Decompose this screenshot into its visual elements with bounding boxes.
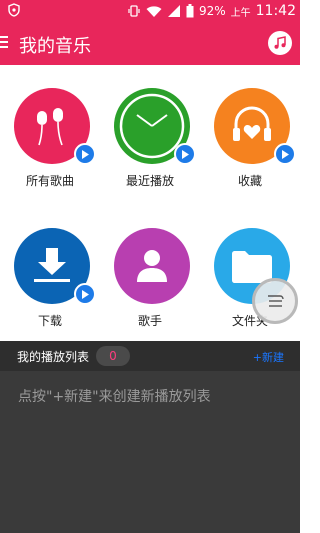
- play-icon: [282, 149, 289, 159]
- app-bar: 我的音乐: [0, 22, 300, 65]
- tile-artists[interactable]: 歌手: [100, 205, 200, 328]
- tile-downloads[interactable]: 下载: [0, 205, 100, 328]
- playlist-count-badge: 0: [96, 346, 130, 366]
- tile-recently-played[interactable]: 最近播放: [100, 65, 200, 188]
- category-grid: 所有歌曲 最近播放 收藏 下载 歌手 文件夹: [0, 65, 300, 341]
- signal-icon: [167, 5, 180, 17]
- empty-playlist-hint: 点按"+新建"来创建新播放列表: [18, 389, 211, 405]
- menu-icon[interactable]: [0, 36, 8, 50]
- wifi-icon: [146, 5, 162, 17]
- shield-icon: [8, 3, 20, 17]
- download-icon: [34, 248, 70, 282]
- play-icon: [82, 149, 89, 159]
- tile-label: 最近播放: [125, 174, 174, 188]
- play-favorites-button[interactable]: [274, 143, 296, 165]
- status-bar: 92% 上午 11:42: [0, 0, 300, 22]
- tile-favorites[interactable]: 收藏: [200, 65, 300, 188]
- tile-label: 收藏: [237, 174, 262, 188]
- tile-all-songs[interactable]: 所有歌曲: [0, 65, 100, 188]
- playlist-empty-area: 点按"+新建"来创建新播放列表: [0, 371, 300, 533]
- battery-icon: [186, 4, 194, 18]
- person-icon: [137, 250, 167, 282]
- play-all-songs-button[interactable]: [74, 143, 96, 165]
- clock-time: 11:42: [255, 3, 296, 19]
- floating-menu-icon: [268, 295, 284, 307]
- clock-ampm: 上午: [230, 7, 251, 19]
- headphones-heart-icon: [233, 106, 271, 141]
- tile-label: 歌手: [137, 314, 162, 328]
- battery-percent: 92%: [198, 4, 226, 18]
- play-recently-played-button[interactable]: [174, 143, 196, 165]
- playlist-title: 我的播放列表: [17, 350, 90, 364]
- artists-circle[interactable]: [114, 228, 190, 304]
- page-title: 我的音乐: [19, 36, 91, 57]
- floating-assist-button[interactable]: [252, 278, 298, 324]
- new-playlist-button[interactable]: +新建: [253, 349, 284, 365]
- play-downloads-button[interactable]: [74, 283, 96, 305]
- playlist-header: 我的播放列表 0 +新建: [0, 341, 300, 371]
- play-icon: [182, 149, 189, 159]
- earphones-icon: [37, 108, 63, 146]
- tile-label: 下载: [37, 314, 62, 328]
- play-icon: [82, 289, 89, 299]
- vibrate-icon: [128, 5, 140, 17]
- tile-label: 所有歌曲: [25, 174, 74, 188]
- music-note-icon[interactable]: [268, 31, 292, 55]
